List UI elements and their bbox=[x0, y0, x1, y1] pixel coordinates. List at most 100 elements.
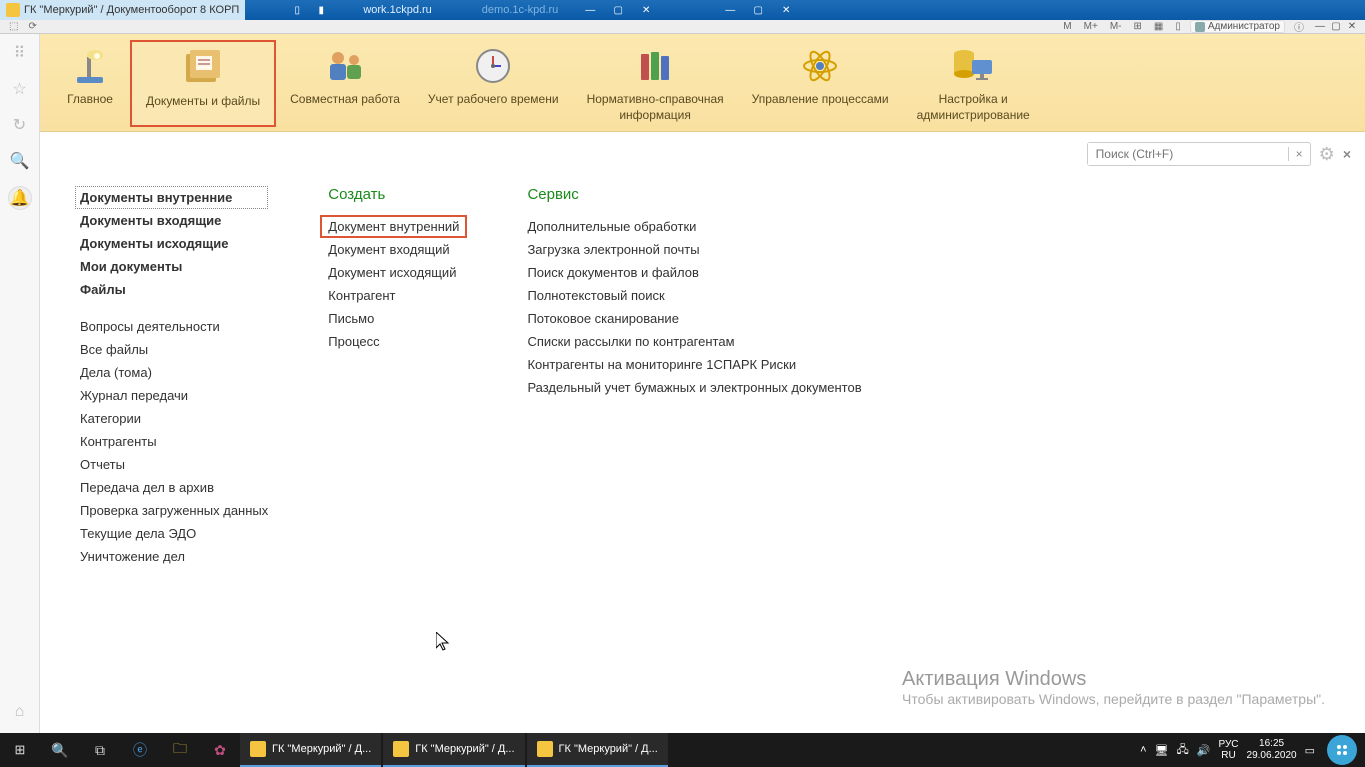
gear-icon[interactable]: ⚙ bbox=[1319, 144, 1335, 165]
ie-icon[interactable]: ⓔ bbox=[120, 733, 160, 767]
language-indicator[interactable]: РУС RU bbox=[1219, 739, 1239, 761]
create-column: Создать Документ внутреннийДокумент вход… bbox=[308, 186, 467, 568]
section-processes[interactable]: Управление процессами bbox=[738, 40, 903, 127]
clock[interactable]: 16:25 29.06.2020 bbox=[1247, 738, 1297, 762]
calendar-icon[interactable]: ▯ bbox=[1172, 21, 1184, 32]
tray-monitor-icon[interactable]: 🖥 bbox=[1155, 744, 1169, 757]
clock-icon bbox=[468, 46, 518, 86]
section-documents[interactable]: Документы и файлы bbox=[130, 40, 276, 127]
maximize-button[interactable]: ▢ bbox=[1329, 21, 1343, 32]
service-link[interactable]: Дополнительные обработки bbox=[527, 215, 861, 238]
nav-item[interactable]: Мои документы bbox=[80, 255, 268, 278]
service-link[interactable]: Загрузка электронной почты bbox=[527, 238, 861, 261]
taskbar-task[interactable]: ГК "Меркурий" / Д... bbox=[527, 733, 668, 767]
section-reference[interactable]: Нормативно-справочная информация bbox=[573, 40, 738, 127]
create-link[interactable]: Документ внутренний bbox=[320, 215, 467, 238]
nav-item[interactable]: Вопросы деятельности bbox=[80, 315, 268, 338]
nav-item[interactable]: Передача дел в архив bbox=[80, 476, 268, 499]
section-time[interactable]: Учет рабочего времени bbox=[414, 40, 573, 127]
nav-item[interactable]: Дела (тома) bbox=[80, 361, 268, 384]
taskbar-task[interactable]: ГК "Меркурий" / Д... bbox=[383, 733, 524, 767]
atom-icon bbox=[795, 46, 845, 86]
toolbar-icon[interactable]: ⟳ bbox=[25, 21, 39, 32]
calc-icon[interactable]: ▦ bbox=[1151, 21, 1166, 32]
notification-icon[interactable]: ▭ bbox=[1305, 744, 1315, 757]
tray-volume-icon[interactable]: 🔊 bbox=[1197, 744, 1211, 757]
create-link[interactable]: Письмо bbox=[328, 307, 467, 330]
nav-item[interactable]: Все файлы bbox=[80, 338, 268, 361]
apps-icon[interactable]: ⠿ bbox=[9, 42, 31, 64]
memory-mplus[interactable]: M+ bbox=[1081, 21, 1101, 32]
explorer-icon[interactable]: 🗀 bbox=[160, 733, 200, 767]
search-icon[interactable]: 🔍 bbox=[9, 150, 31, 172]
service-link[interactable]: Потоковое сканирование bbox=[527, 307, 861, 330]
nav-item[interactable]: Файлы bbox=[80, 278, 268, 301]
task-label: ГК "Меркурий" / Д... bbox=[272, 743, 371, 755]
nav-item[interactable]: Проверка загруженных данных bbox=[80, 499, 268, 522]
nav-item[interactable]: Документы внутренние bbox=[75, 186, 268, 209]
section-main[interactable]: Главное bbox=[50, 40, 130, 127]
section-bar: Главное Документы и файлы Совместная раб… bbox=[40, 34, 1365, 132]
browser-tab-active[interactable]: ГК "Меркурий" / Документооборот 8 КОРП bbox=[0, 0, 245, 20]
service-link[interactable]: Раздельный учет бумажных и электронных д… bbox=[527, 376, 861, 399]
task-view-icon[interactable]: ⧉ bbox=[80, 733, 120, 767]
section-label: Совместная работа bbox=[290, 92, 400, 108]
service-link[interactable]: Списки рассылки по контрагентам bbox=[527, 330, 861, 353]
memory-mminus[interactable]: M- bbox=[1107, 21, 1125, 32]
system-tray: ˄ 🖥 🖧 🔊 РУС RU 16:25 29.06.2020 ▭ bbox=[1140, 735, 1365, 765]
nav-item[interactable]: Документы исходящие bbox=[80, 232, 268, 255]
create-link[interactable]: Контрагент bbox=[328, 284, 467, 307]
window-controls-app: — ▢ ✕ bbox=[1313, 21, 1359, 32]
nav-item[interactable]: Документы входящие bbox=[80, 209, 268, 232]
create-link[interactable]: Документ исходящий bbox=[328, 261, 467, 284]
create-link[interactable]: Документ входящий bbox=[328, 238, 467, 261]
address-text: work.1ckpd.ru bbox=[333, 4, 461, 16]
minimize-icon[interactable]: — bbox=[578, 2, 602, 18]
watermark-text: Чтобы активировать Windows, перейдите в … bbox=[902, 691, 1325, 707]
history-icon[interactable]: ↻ bbox=[9, 114, 31, 136]
assistant-bubble-icon[interactable] bbox=[1327, 735, 1357, 765]
maximize-icon[interactable]: ▢ bbox=[606, 2, 630, 18]
service-link[interactable]: Контрагенты на мониторинге 1СПАРК Риски bbox=[527, 353, 861, 376]
close-icon[interactable]: ✕ bbox=[774, 2, 798, 18]
tray-chevron-icon[interactable]: ˄ bbox=[1140, 744, 1146, 756]
info-icon[interactable]: ⓘ bbox=[1291, 19, 1307, 34]
close-button[interactable]: ✕ bbox=[1345, 21, 1359, 32]
taskbar-search-icon[interactable]: 🔍 bbox=[40, 733, 80, 767]
section-collab[interactable]: Совместная работа bbox=[276, 40, 414, 127]
content-columns: Документы внутренниеДокументы входящиеДо… bbox=[40, 176, 1365, 578]
nav-item[interactable]: Уничтожение дел bbox=[80, 545, 268, 568]
task-icon bbox=[250, 741, 266, 757]
create-heading: Создать bbox=[328, 186, 467, 203]
maximize-icon[interactable]: ▢ bbox=[746, 2, 770, 18]
close-panel-button[interactable]: × bbox=[1343, 146, 1351, 162]
nav-item[interactable]: Журнал передачи bbox=[80, 384, 268, 407]
nav-item[interactable]: Контрагенты bbox=[80, 430, 268, 453]
section-label: Управление процессами bbox=[752, 92, 889, 108]
create-link[interactable]: Процесс bbox=[328, 330, 467, 353]
service-link[interactable]: Поиск документов и файлов bbox=[527, 261, 861, 284]
section-label: Учет рабочего времени bbox=[428, 92, 559, 108]
section-settings[interactable]: Настройка и администрирование bbox=[903, 40, 1044, 127]
user-badge[interactable]: Администратор bbox=[1190, 20, 1285, 33]
star-icon[interactable]: ☆ bbox=[9, 78, 31, 100]
clear-search-button[interactable]: × bbox=[1288, 147, 1310, 161]
nav-item[interactable]: Текущие дела ЭДО bbox=[80, 522, 268, 545]
toolbar-icon[interactable]: ⬚ bbox=[6, 21, 21, 32]
search-input[interactable] bbox=[1088, 143, 1288, 165]
nav-item[interactable]: Категории bbox=[80, 407, 268, 430]
home-icon[interactable]: ⌂ bbox=[9, 701, 31, 723]
server-monitor-icon bbox=[948, 46, 998, 86]
memory-m[interactable]: M bbox=[1060, 21, 1074, 32]
service-link[interactable]: Полнотекстовый поиск bbox=[527, 284, 861, 307]
start-button[interactable]: ⊞ bbox=[0, 733, 40, 767]
app-icon[interactable]: ✿ bbox=[200, 733, 240, 767]
tray-network-icon[interactable]: 🖧 bbox=[1177, 741, 1189, 760]
grid-icon[interactable]: ⊞ bbox=[1130, 21, 1144, 32]
taskbar-task[interactable]: ГК "Меркурий" / Д... bbox=[240, 733, 381, 767]
bell-icon[interactable]: 🔔 bbox=[8, 186, 32, 210]
nav-item[interactable]: Отчеты bbox=[80, 453, 268, 476]
minimize-icon[interactable]: — bbox=[718, 2, 742, 18]
minimize-button[interactable]: — bbox=[1313, 21, 1327, 32]
close-icon[interactable]: ✕ bbox=[634, 2, 658, 18]
